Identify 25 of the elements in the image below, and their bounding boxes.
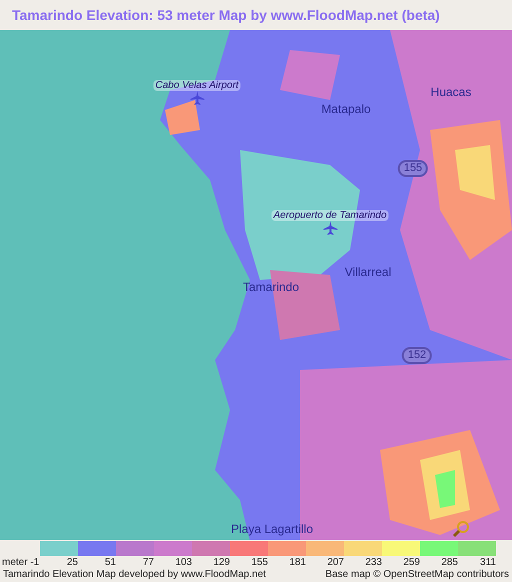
legend-tick-label: 25 (66, 557, 78, 569)
place-label: Matapalo (321, 102, 371, 116)
place-label: Huacas (430, 85, 472, 99)
legend-tick-label: 103 (175, 557, 192, 569)
airplane-icon (323, 221, 337, 235)
legend-tick-label: meter -1 (2, 557, 40, 569)
legend-tick-label: 51 (104, 557, 116, 569)
legend-tick-label: 259 (403, 557, 420, 569)
place-label: Villarreal (344, 265, 392, 279)
map-title: Tamarindo Elevation: 53 meter Map by www.FloodMap.net (beta) (12, 6, 440, 25)
airplane-icon (190, 91, 204, 105)
magnifier-logo-icon (452, 520, 470, 538)
attribution-text: Base map © OpenStreetMap contributors (325, 569, 509, 581)
legend-tick-label: 77 (142, 557, 154, 569)
legend-tick-label: 207 (327, 557, 344, 569)
airport-label: Cabo Velas Airport (153, 80, 241, 91)
place-label: Tamarindo (242, 280, 300, 294)
credit-text: Tamarindo Elevation Map developed by www.FloodMap.net (3, 569, 266, 581)
legend-tick-label: 311 (480, 557, 496, 569)
legend-tick-label: 233 (365, 557, 382, 569)
legend-tick-label: 155 (251, 557, 268, 569)
airport-label: Aeropuerto de Tamarindo (271, 210, 389, 221)
legend-tick-label: 181 (289, 557, 306, 569)
legend-tick-label: 129 (213, 557, 230, 569)
legend-tick-label: 285 (441, 557, 458, 569)
